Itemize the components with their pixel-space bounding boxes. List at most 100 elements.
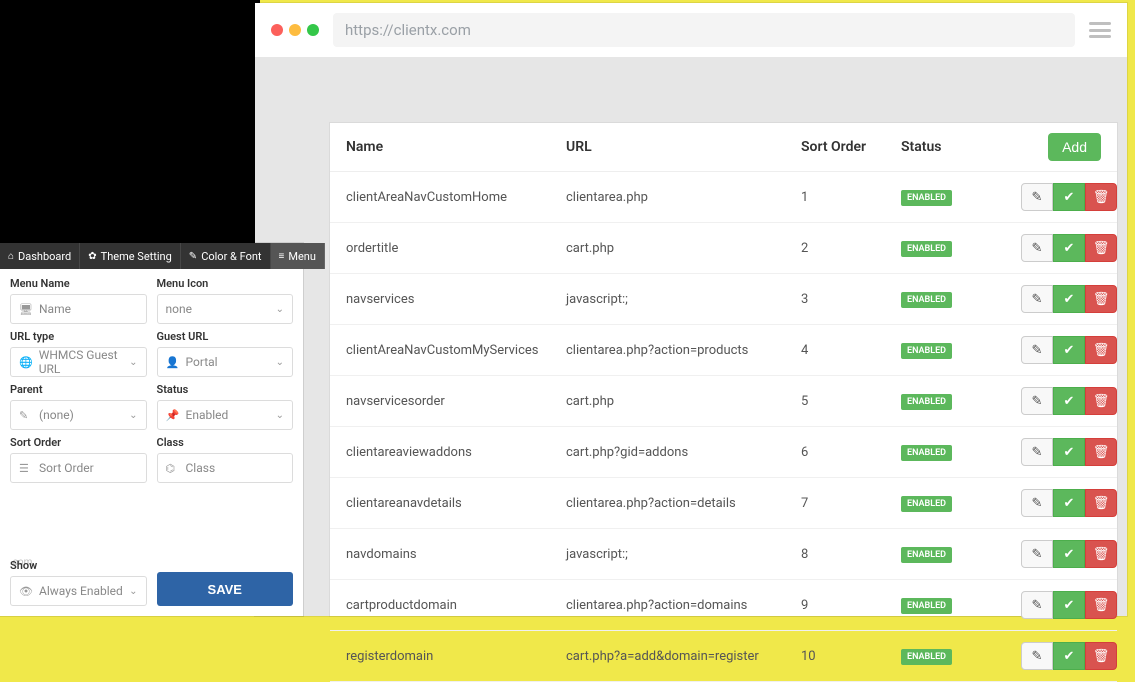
delete-button[interactable]: 🗑 — [1085, 183, 1117, 211]
delete-button[interactable]: 🗑 — [1085, 591, 1117, 619]
status-badge: ENABLED — [901, 598, 952, 614]
delete-button[interactable]: 🗑 — [1085, 234, 1117, 262]
menu-icon-select[interactable]: none ⌄ — [157, 294, 294, 324]
cell-status: ENABLED — [901, 189, 1021, 206]
cell-sort: 3 — [801, 292, 901, 307]
confirm-button[interactable]: ✔ — [1053, 285, 1085, 313]
edit-button[interactable]: ✎ — [1021, 438, 1053, 466]
confirm-button[interactable]: ✔ — [1053, 591, 1085, 619]
delete-button[interactable]: 🗑 — [1085, 438, 1117, 466]
select-value: Always Enabled — [39, 584, 123, 598]
cell-name: clientAreaNavCustomHome — [346, 190, 566, 205]
cell-status: ENABLED — [901, 393, 1021, 410]
guest-url-select[interactable]: 👤 Portal ⌄ — [157, 347, 294, 377]
edit-button[interactable]: ✎ — [1021, 642, 1053, 670]
confirm-button[interactable]: ✔ — [1053, 540, 1085, 568]
trash-icon: 🗑 — [1093, 393, 1110, 409]
tab-theme[interactable]: ✿ Theme Setting — [80, 243, 181, 269]
status-badge: ENABLED — [901, 292, 952, 308]
menu-name-input[interactable]: 🖥 Name — [10, 294, 147, 324]
cell-actions: ✎✔🗑 — [1021, 336, 1117, 364]
table-header-row: Name URL Sort Order Status Add — [330, 123, 1117, 172]
cell-url: javascript:; — [566, 547, 801, 562]
edit-button[interactable]: ✎ — [1021, 591, 1053, 619]
pencil-icon: ✎ — [1032, 648, 1043, 664]
trash-icon: 🗑 — [1093, 444, 1110, 460]
table-row: navdomainsjavascript:;8ENABLED✎✔🗑 — [330, 529, 1117, 580]
delete-button[interactable]: 🗑 — [1085, 540, 1117, 568]
cell-actions: ✎ ✔ 🗑 — [1021, 438, 1117, 466]
show-select[interactable]: 👁 Always Enabled ⌄ — [10, 576, 147, 606]
eye-icon: 👁 — [19, 585, 33, 598]
confirm-button[interactable]: ✔ — [1053, 642, 1085, 670]
chevron-down-icon: ⌄ — [129, 410, 137, 421]
edit-button[interactable]: ✎ — [1021, 387, 1053, 415]
parent-select[interactable]: ✎ (none) ⌄ — [10, 400, 147, 430]
cell-status: ENABLED — [901, 342, 1021, 359]
window-min-icon[interactable] — [289, 24, 301, 36]
trash-icon: 🗑 — [1093, 495, 1110, 511]
pin-icon: 📌 — [166, 409, 180, 422]
window-max-icon[interactable] — [307, 24, 319, 36]
cell-name: navdomains — [346, 547, 566, 562]
edit-button[interactable]: ✎ — [1021, 285, 1053, 313]
confirm-button[interactable]: ✔ — [1053, 183, 1085, 211]
check-icon: ✔ — [1064, 240, 1075, 256]
cell-url: clientarea.php?action=products — [566, 343, 801, 358]
delete-button[interactable]: 🗑 — [1085, 336, 1117, 364]
delete-button[interactable]: 🗑 — [1085, 489, 1117, 517]
cell-actions: ✎✔🗑 — [1021, 591, 1117, 619]
pencil-icon: ✎ — [1032, 444, 1043, 460]
confirm-button[interactable]: ✔ — [1053, 336, 1085, 364]
cell-status: ENABLED — [901, 240, 1021, 257]
chevron-down-icon: ⌄ — [129, 586, 137, 597]
edit-button[interactable]: ✎ — [1021, 336, 1053, 364]
cell-sort: 8 — [801, 547, 901, 562]
check-icon: ✔ — [1064, 648, 1075, 664]
delete-button[interactable]: 🗑 — [1085, 642, 1117, 670]
cell-sort: 1 — [801, 190, 901, 205]
edit-button[interactable]: ✎ — [1021, 234, 1053, 262]
class-input[interactable]: ⌬ Class — [157, 453, 294, 483]
table-row: navservicesordercart.php5ENABLED✎✔🗑 — [330, 376, 1117, 427]
confirm-button[interactable]: ✔ — [1053, 387, 1085, 415]
tab-label: Theme Setting — [101, 250, 172, 263]
tab-dashboard[interactable]: ⌂ Dashboard — [0, 243, 80, 269]
sort-order-input[interactable]: ☰ Sort Order — [10, 453, 147, 483]
cell-status: ENABLED — [901, 597, 1021, 614]
cell-actions: ✎✔🗑 — [1021, 285, 1117, 313]
cell-name: navservicesorder — [346, 394, 566, 409]
delete-button[interactable]: 🗑 — [1085, 285, 1117, 313]
edit-button[interactable]: ✎ — [1021, 540, 1053, 568]
col-header-actions: Add — [1021, 133, 1101, 161]
url-type-select[interactable]: 🌐 WHMCS Guest URL ⌄ — [10, 347, 147, 377]
hamburger-icon[interactable] — [1089, 22, 1111, 38]
cell-url: cart.php?gid=addons — [566, 445, 801, 460]
status-badge: ENABLED — [901, 496, 952, 512]
tab-label: Menu — [288, 250, 316, 263]
home-icon: ⌂ — [8, 251, 14, 262]
status-badge: ENABLED — [901, 445, 952, 461]
edit-button[interactable]: ✎ — [1021, 183, 1053, 211]
status-select[interactable]: 📌 Enabled ⌄ — [157, 400, 294, 430]
url-bar[interactable]: https://clientx.com — [333, 13, 1075, 47]
confirm-button[interactable]: ✔ — [1053, 489, 1085, 517]
confirm-button[interactable]: ✔ — [1053, 438, 1085, 466]
table-row: cartproductdomainclientarea.php?action=d… — [330, 580, 1117, 631]
input-placeholder: Name — [39, 302, 71, 316]
brush-icon: ✎ — [189, 251, 197, 262]
window-close-icon[interactable] — [271, 24, 283, 36]
tab-color[interactable]: ✎ Color & Font — [181, 243, 271, 269]
cell-name: cartproductdomain — [346, 598, 566, 613]
table-row: navservicesjavascript:;3ENABLED✎✔🗑 — [330, 274, 1117, 325]
table-row: clientareanavdetailsclientarea.php?actio… — [330, 478, 1117, 529]
confirm-button[interactable]: ✔ — [1053, 234, 1085, 262]
tab-menu[interactable]: ≡ Menu — [271, 243, 325, 269]
add-button[interactable]: Add — [1048, 133, 1101, 161]
browser-window: https://clientx.com Name URL Sort Order … — [255, 3, 1127, 616]
cell-url: cart.php — [566, 394, 801, 409]
col-header-name: Name — [346, 139, 566, 155]
edit-button[interactable]: ✎ — [1021, 489, 1053, 517]
save-button[interactable]: SAVE — [157, 572, 294, 606]
delete-button[interactable]: 🗑 — [1085, 387, 1117, 415]
